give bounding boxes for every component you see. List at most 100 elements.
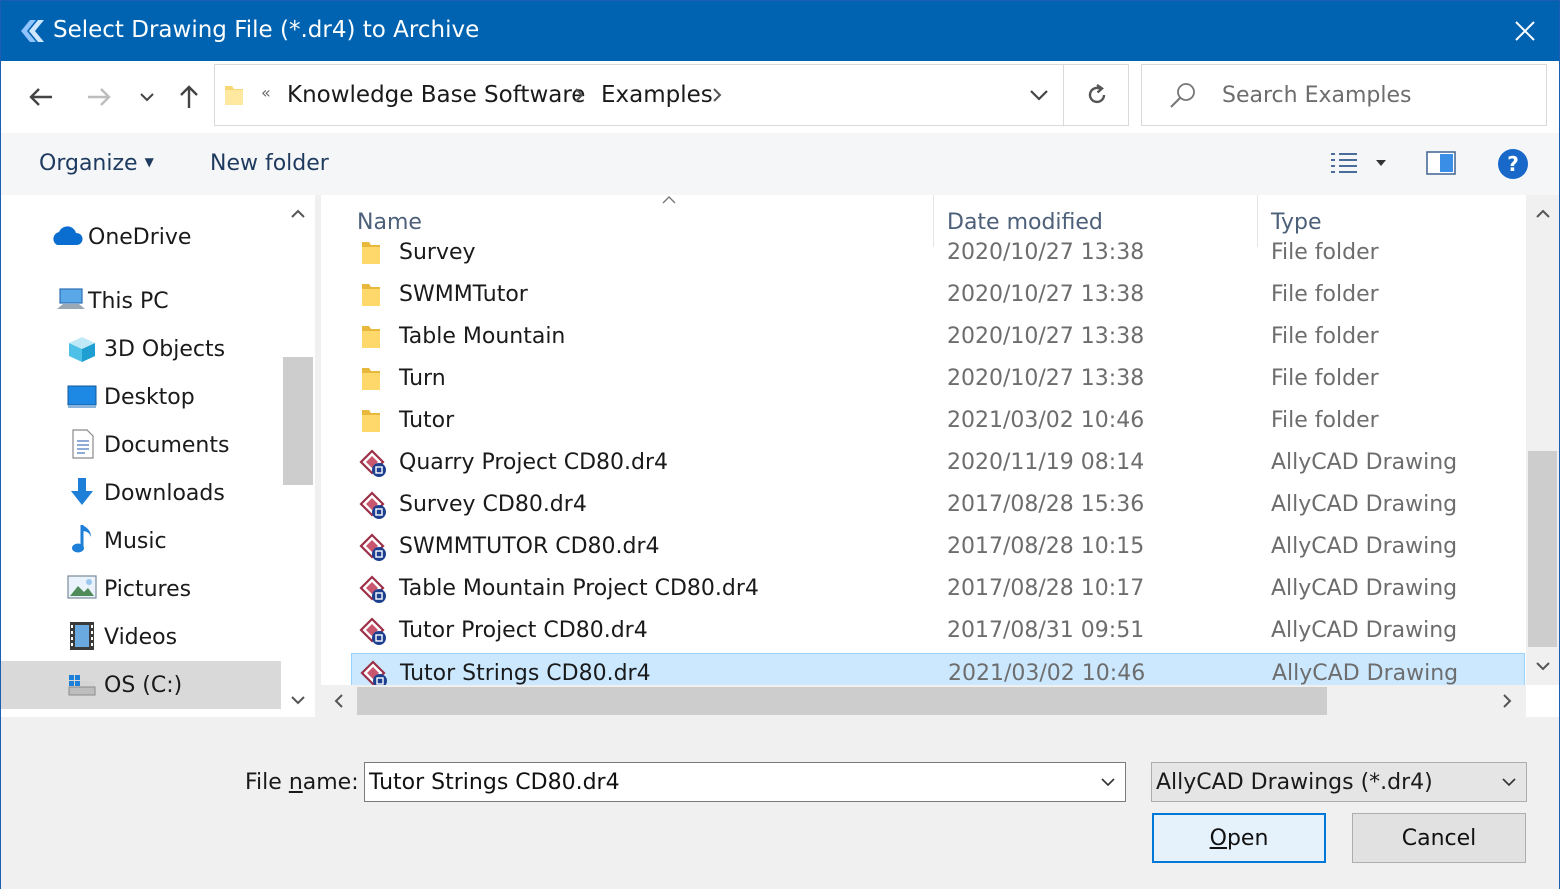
file-name-dropdown-button[interactable] bbox=[1091, 763, 1125, 801]
file-date: 2017/08/28 10:15 bbox=[947, 534, 1145, 559]
scroll-right-button[interactable] bbox=[1489, 685, 1525, 717]
file-date: 2021/03/02 10:46 bbox=[948, 661, 1146, 685]
file-type: File folder bbox=[1271, 240, 1379, 265]
label-text: ame: bbox=[302, 770, 359, 795]
file-row[interactable]: Quarry Project CD80.dr4 2020/11/19 08:14 A… bbox=[351, 443, 1525, 485]
file-name: Survey bbox=[399, 240, 476, 265]
allycad-drawing-icon bbox=[360, 660, 387, 685]
close-button[interactable] bbox=[1491, 1, 1559, 61]
file-list-vertical-scrollbar[interactable] bbox=[1526, 195, 1559, 685]
scroll-down-button[interactable] bbox=[281, 683, 315, 717]
file-name: Turn bbox=[399, 366, 446, 391]
scroll-thumb[interactable] bbox=[1528, 451, 1557, 647]
chevron-right-icon[interactable] bbox=[711, 86, 723, 104]
back-button[interactable] bbox=[21, 75, 61, 119]
file-date: 2021/03/02 10:46 bbox=[947, 408, 1145, 433]
music-icon bbox=[72, 525, 91, 553]
folder-row[interactable]: Tutor 2021/03/02 10:46 File folder bbox=[351, 401, 1525, 443]
breadcrumb-examples[interactable]: Examples bbox=[601, 82, 713, 108]
nav-item-desktop[interactable]: Desktop bbox=[1, 373, 281, 421]
file-name: SWMMTUTOR CD80.dr4 bbox=[399, 534, 660, 559]
up-button[interactable] bbox=[169, 75, 209, 119]
file-name-input[interactable] bbox=[369, 767, 1079, 797]
file-type: AllyCAD Drawing bbox=[1271, 618, 1458, 643]
file-name: Survey CD80.dr4 bbox=[399, 492, 587, 517]
nav-item-os-c[interactable]: OS (C:) bbox=[1, 661, 281, 709]
view-details-icon[interactable] bbox=[1329, 151, 1359, 177]
scroll-thumb[interactable] bbox=[357, 687, 1327, 715]
organize-button[interactable]: Organize ▼ bbox=[39, 151, 154, 176]
file-list-horizontal-scrollbar[interactable] bbox=[321, 685, 1526, 717]
allycad-drawing-icon bbox=[359, 617, 386, 645]
nav-item-documents[interactable]: Documents bbox=[1, 421, 281, 469]
file-row[interactable]: Tutor Strings CD80.dr4 2021/03/02 10:46 Al… bbox=[351, 653, 1525, 685]
nav-item-this-pc[interactable]: This PC bbox=[1, 277, 281, 325]
folder-row[interactable]: SWMMTutor 2020/10/27 13:38 File folder bbox=[351, 275, 1525, 317]
file-name: Tutor bbox=[399, 408, 455, 433]
file-type-dropdown-button[interactable] bbox=[1492, 763, 1526, 801]
column-header-label: Name bbox=[357, 210, 422, 235]
folder-icon bbox=[362, 326, 380, 348]
chevron-right-icon[interactable] bbox=[573, 86, 585, 104]
file-date: 2020/10/27 13:38 bbox=[947, 240, 1145, 265]
address-bar[interactable]: « Knowledge Base Software Examples bbox=[214, 64, 1129, 126]
nav-scrollbar[interactable] bbox=[281, 195, 315, 717]
file-date: 2020/10/27 13:38 bbox=[947, 366, 1145, 391]
nav-item-pictures[interactable]: Pictures bbox=[1, 565, 281, 613]
nav-item-label: OS (C:) bbox=[104, 673, 183, 698]
chevron-left-icon bbox=[334, 694, 343, 708]
nav-item-label: OneDrive bbox=[88, 225, 192, 250]
search-input[interactable] bbox=[1222, 79, 1532, 111]
scroll-thumb[interactable] bbox=[283, 357, 313, 485]
column-header-label: Date modified bbox=[947, 210, 1103, 235]
forward-button[interactable] bbox=[79, 75, 119, 119]
window-title: Select Drawing File (*.dr4) to Archive bbox=[53, 17, 480, 43]
search-box[interactable] bbox=[1141, 64, 1547, 126]
arrow-left-icon bbox=[29, 88, 52, 106]
file-row[interactable]: Tutor Project CD80.dr4 2017/08/31 09:51 Al… bbox=[351, 611, 1525, 653]
nav-item-videos[interactable]: Videos bbox=[1, 613, 281, 661]
chevron-down-icon bbox=[291, 696, 305, 705]
breadcrumb-overflow[interactable]: « bbox=[261, 83, 271, 102]
nav-item-label: This PC bbox=[88, 289, 169, 314]
column-header-label: Type bbox=[1271, 210, 1322, 235]
recent-locations-button[interactable] bbox=[129, 75, 165, 119]
file-rows: Survey 2020/10/27 13:38 File folder SWMMTut… bbox=[321, 237, 1526, 685]
nav-item-downloads[interactable]: Downloads bbox=[1, 469, 281, 517]
address-history-dropdown[interactable] bbox=[1015, 65, 1063, 125]
chevron-down-icon bbox=[140, 93, 154, 102]
cancel-button[interactable]: Cancel bbox=[1352, 813, 1526, 863]
title-bar: Select Drawing File (*.dr4) to Archive bbox=[1, 1, 1559, 61]
file-name: Tutor Project CD80.dr4 bbox=[399, 618, 648, 643]
nav-item-music[interactable]: Music bbox=[1, 517, 281, 565]
nav-item-label: Music bbox=[104, 529, 167, 554]
scroll-up-button[interactable] bbox=[281, 197, 315, 231]
view-options-dropdown-icon[interactable] bbox=[1375, 159, 1387, 167]
file-name-combobox[interactable] bbox=[364, 762, 1126, 802]
open-button[interactable]: Open bbox=[1152, 813, 1326, 863]
folder-icon bbox=[362, 284, 380, 306]
folder-icon bbox=[362, 242, 380, 264]
folder-row[interactable]: Survey 2020/10/27 13:38 File folder bbox=[351, 237, 1525, 275]
preview-pane-icon[interactable] bbox=[1426, 151, 1456, 175]
file-type-select[interactable]: AllyCAD Drawings (*.dr4) bbox=[1151, 762, 1527, 802]
nav-item-3d-objects[interactable]: 3D Objects bbox=[1, 325, 281, 373]
scroll-down-button[interactable] bbox=[1526, 649, 1559, 683]
file-type: AllyCAD Drawing bbox=[1271, 450, 1458, 475]
file-row[interactable]: Table Mountain Project CD80.dr4 2017/08/2… bbox=[351, 569, 1525, 611]
nav-item-label: Videos bbox=[104, 625, 178, 650]
file-row[interactable]: Survey CD80.dr4 2017/08/28 15:36 AllyCAD D… bbox=[351, 485, 1525, 527]
label-text: File bbox=[245, 770, 289, 795]
help-icon[interactable]: ? bbox=[1497, 148, 1529, 180]
refresh-button[interactable] bbox=[1063, 65, 1129, 125]
breadcrumb-knowledge-base-software[interactable]: Knowledge Base Software bbox=[287, 82, 585, 108]
folder-icon bbox=[225, 86, 243, 105]
scroll-up-button[interactable] bbox=[1526, 197, 1559, 231]
new-folder-button[interactable]: New folder bbox=[210, 151, 329, 176]
file-row[interactable]: SWMMTUTOR CD80.dr4 2017/08/28 10:15 AllyCA… bbox=[351, 527, 1525, 569]
scroll-left-button[interactable] bbox=[321, 685, 357, 717]
folder-row[interactable]: Turn 2020/10/27 13:38 File folder bbox=[351, 359, 1525, 401]
file-name: Table Mountain bbox=[399, 324, 566, 349]
nav-item-onedrive[interactable]: OneDrive bbox=[1, 213, 281, 261]
folder-row[interactable]: Table Mountain 2020/10/27 13:38 File folde… bbox=[351, 317, 1525, 359]
